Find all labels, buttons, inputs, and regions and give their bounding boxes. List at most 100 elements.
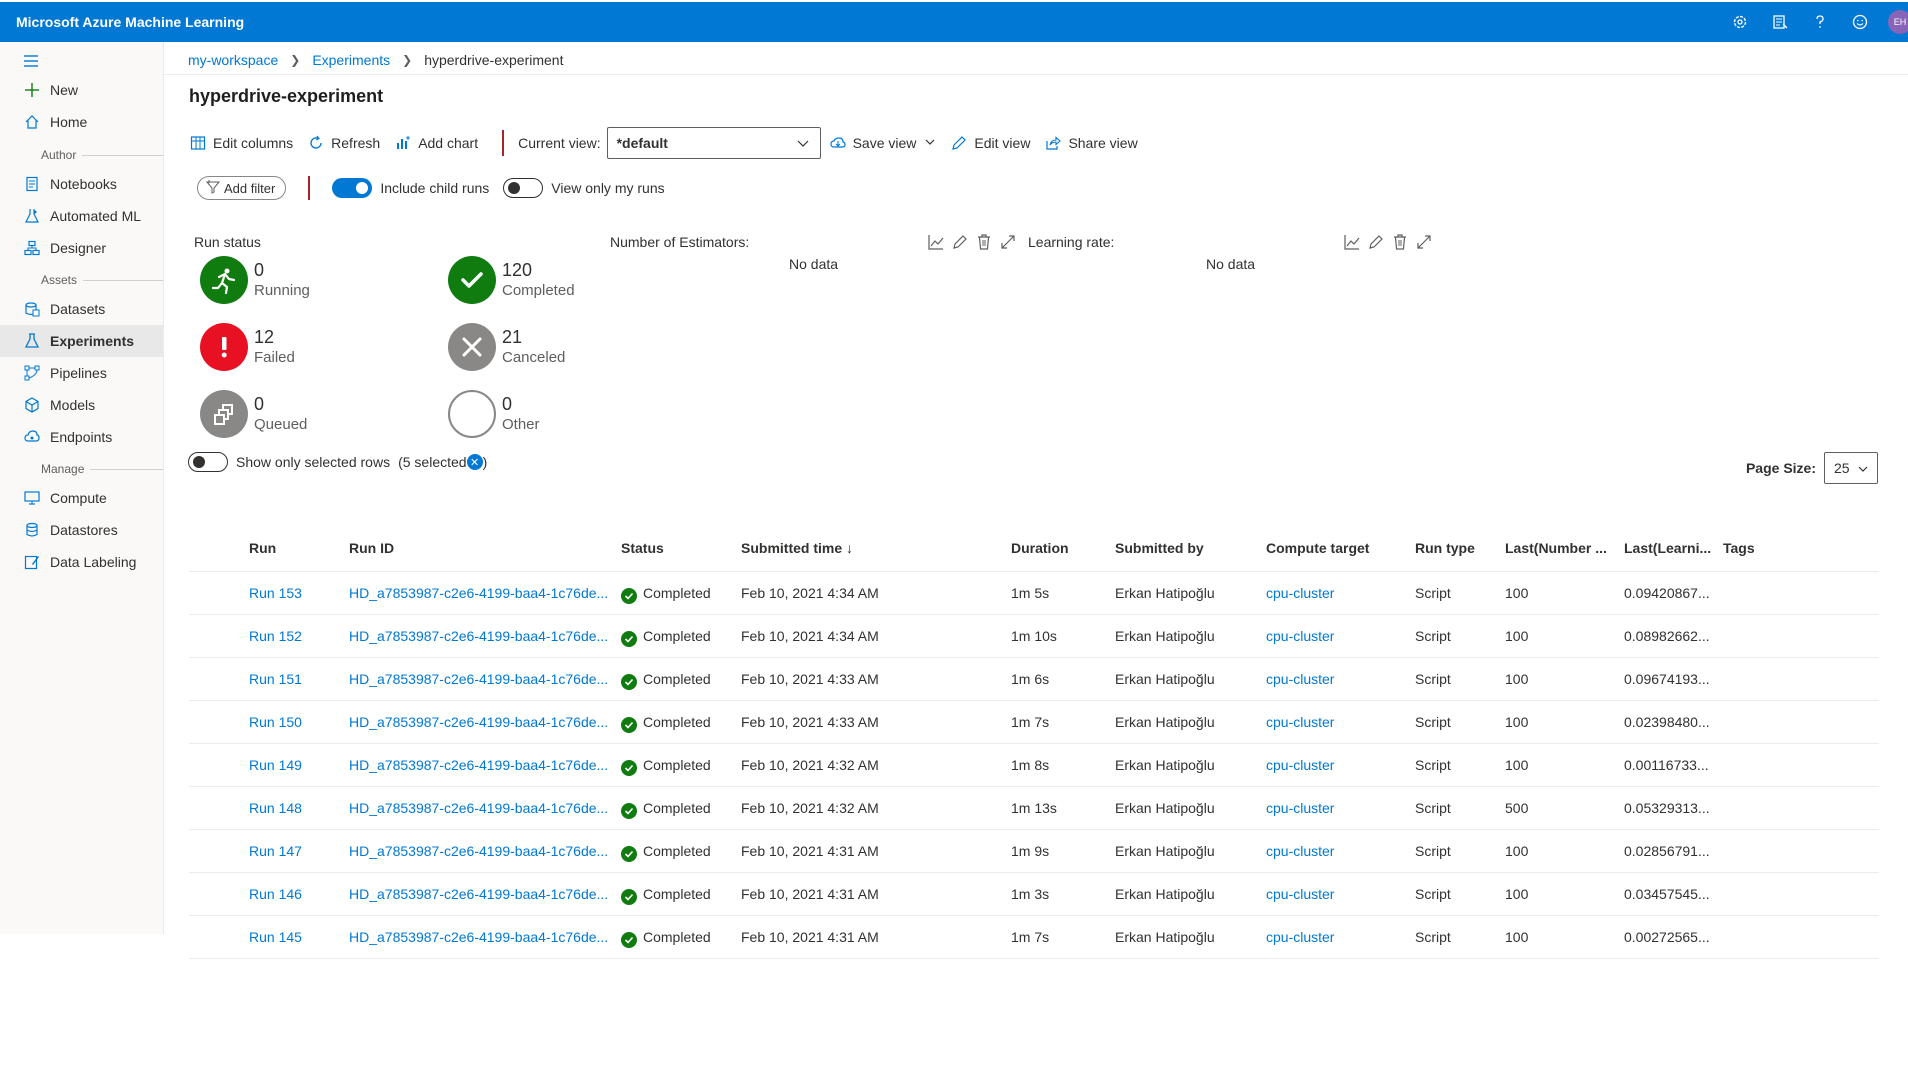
hamburger-menu-icon[interactable] (22, 52, 42, 72)
compute-target-link[interactable]: cpu-cluster (1266, 714, 1334, 730)
table-row[interactable]: Run 153 HD_a7853987-c2e6-4199-baa4-1c76de… (189, 572, 1879, 615)
status-canceled[interactable]: 21 Canceled (448, 323, 565, 371)
column-header-submitted-by[interactable]: Submitted by (1115, 540, 1204, 556)
column-header-compute-target[interactable]: Compute target (1266, 540, 1369, 556)
breadcrumb-workspace-link[interactable]: my-workspace (188, 52, 278, 68)
table-row[interactable]: Run 146 HD_a7853987-c2e6-4199-baa4-1c76de… (189, 873, 1879, 916)
column-header-duration[interactable]: Duration (1011, 540, 1069, 556)
run-link[interactable]: Run 153 (249, 585, 302, 601)
line-chart-icon[interactable] (1340, 232, 1364, 252)
table-row[interactable]: Run 148 HD_a7853987-c2e6-4199-baa4-1c76de… (189, 787, 1879, 830)
status-running[interactable]: 0 Running (200, 256, 310, 304)
edit-view-button[interactable]: Edit view (950, 134, 1030, 152)
run-id-link[interactable]: HD_a7853987-c2e6-4199-baa4-1c76de... (349, 671, 608, 687)
run-link[interactable]: Run 148 (249, 800, 302, 816)
avatar[interactable]: EH (1888, 10, 1908, 34)
sidebar-item-home[interactable]: Home (0, 106, 163, 138)
trash-icon[interactable] (1388, 232, 1412, 252)
status-other[interactable]: 0 Other (448, 390, 540, 438)
run-id-link[interactable]: HD_a7853987-c2e6-4199-baa4-1c76de... (349, 800, 608, 816)
column-header-submitted-time[interactable]: Submitted time ↓ (741, 540, 853, 556)
page-size-dropdown[interactable]: 25 (1824, 452, 1878, 484)
table-row[interactable]: Run 149 HD_a7853987-c2e6-4199-baa4-1c76de… (189, 744, 1879, 787)
run-link[interactable]: Run 146 (249, 886, 302, 902)
column-header-last-learning[interactable]: Last(Learni... (1624, 540, 1711, 556)
compute-target-link[interactable]: cpu-cluster (1266, 843, 1334, 859)
table-row[interactable]: Run 150 HD_a7853987-c2e6-4199-baa4-1c76de… (189, 701, 1879, 744)
table-row[interactable]: Run 151 HD_a7853987-c2e6-4199-baa4-1c76de… (189, 658, 1879, 701)
compute-target-link[interactable]: cpu-cluster (1266, 886, 1334, 902)
edit-columns-button[interactable]: Edit columns (189, 134, 293, 152)
sidebar-item-experiments[interactable]: Experiments (0, 325, 163, 357)
share-view-button[interactable]: Share view (1044, 134, 1138, 152)
sidebar-item-datastores[interactable]: Datastores (0, 514, 163, 546)
current-view-dropdown[interactable]: *default (606, 127, 821, 159)
add-chart-button[interactable]: Add chart (394, 134, 478, 152)
last-number-value: 100 (1505, 886, 1529, 902)
add-filter-button[interactable]: Add filter (197, 176, 287, 200)
compute-target-link[interactable]: cpu-cluster (1266, 585, 1334, 601)
compute-target-link[interactable]: cpu-cluster (1266, 671, 1334, 687)
sidebar-item-data-labeling[interactable]: Data Labeling (0, 546, 163, 578)
trash-icon[interactable] (972, 232, 996, 252)
status-failed[interactable]: 12 Failed (200, 323, 295, 371)
running-figure-icon (200, 256, 248, 304)
expand-icon[interactable] (996, 232, 1020, 252)
sidebar-item-compute[interactable]: Compute (0, 482, 163, 514)
run-link[interactable]: Run 151 (249, 671, 302, 687)
line-chart-icon[interactable] (924, 232, 948, 252)
compute-target-link[interactable]: cpu-cluster (1266, 628, 1334, 644)
help-icon[interactable] (1800, 2, 1840, 42)
run-id-link[interactable]: HD_a7853987-c2e6-4199-baa4-1c76de... (349, 929, 608, 945)
sidebar-item-pipelines[interactable]: Pipelines (0, 357, 163, 389)
status-queued[interactable]: 0 Queued (200, 390, 307, 438)
column-header-run-id[interactable]: Run ID (349, 540, 394, 556)
status-completed[interactable]: 120 Completed (448, 256, 575, 304)
pencil-icon[interactable] (1364, 232, 1388, 252)
compute-target-link[interactable]: cpu-cluster (1266, 800, 1334, 816)
column-header-tags[interactable]: Tags (1723, 540, 1755, 556)
view-only-my-runs-toggle[interactable] (503, 178, 544, 198)
gear-icon[interactable] (1720, 2, 1760, 42)
app-title[interactable]: Microsoft Azure Machine Learning (16, 14, 244, 30)
status-label: Completed (643, 628, 711, 644)
sidebar-item-models[interactable]: Models (0, 389, 163, 421)
last-number-value: 100 (1505, 714, 1529, 730)
run-id-link[interactable]: HD_a7853987-c2e6-4199-baa4-1c76de... (349, 714, 608, 730)
run-id-link[interactable]: HD_a7853987-c2e6-4199-baa4-1c76de... (349, 843, 608, 859)
clear-selection-icon[interactable]: ✕ (466, 454, 483, 470)
run-link[interactable]: Run 150 (249, 714, 302, 730)
feedback-list-icon[interactable] (1760, 2, 1800, 42)
table-row[interactable]: Run 152 HD_a7853987-c2e6-4199-baa4-1c76de… (189, 615, 1879, 658)
include-child-runs-toggle[interactable] (332, 178, 373, 198)
run-link[interactable]: Run 149 (249, 757, 302, 773)
run-id-link[interactable]: HD_a7853987-c2e6-4199-baa4-1c76de... (349, 757, 608, 773)
sidebar-item-datasets[interactable]: Datasets (0, 293, 163, 325)
column-header-run[interactable]: Run (249, 540, 276, 556)
compute-target-link[interactable]: cpu-cluster (1266, 757, 1334, 773)
column-header-status[interactable]: Status (621, 540, 664, 556)
show-only-selected-toggle[interactable] (188, 452, 228, 472)
run-id-link[interactable]: HD_a7853987-c2e6-4199-baa4-1c76de... (349, 585, 608, 601)
run-id-link[interactable]: HD_a7853987-c2e6-4199-baa4-1c76de... (349, 628, 608, 644)
table-row[interactable]: Run 145 HD_a7853987-c2e6-4199-baa4-1c76de… (189, 916, 1879, 959)
refresh-button[interactable]: Refresh (307, 134, 380, 152)
column-header-run-type[interactable]: Run type (1415, 540, 1475, 556)
breadcrumb-experiments-link[interactable]: Experiments (312, 52, 390, 68)
table-row[interactable]: Run 147 HD_a7853987-c2e6-4199-baa4-1c76de… (189, 830, 1879, 873)
expand-icon[interactable] (1412, 232, 1436, 252)
sidebar-item-notebooks[interactable]: Notebooks (0, 168, 163, 200)
run-link[interactable]: Run 152 (249, 628, 302, 644)
run-link[interactable]: Run 147 (249, 843, 302, 859)
sidebar-item-designer[interactable]: Designer (0, 232, 163, 264)
sidebar-item-automated-ml[interactable]: Automated ML (0, 200, 163, 232)
column-header-last-number[interactable]: Last(Number ... (1505, 540, 1607, 556)
run-link[interactable]: Run 145 (249, 929, 302, 945)
run-id-link[interactable]: HD_a7853987-c2e6-4199-baa4-1c76de... (349, 886, 608, 902)
pencil-icon[interactable] (948, 232, 972, 252)
sidebar-item-new[interactable]: New (0, 74, 163, 106)
save-view-button[interactable]: Save view (829, 134, 937, 152)
sidebar-item-endpoints[interactable]: Endpoints (0, 421, 163, 453)
compute-target-link[interactable]: cpu-cluster (1266, 929, 1334, 945)
smiley-icon[interactable] (1840, 2, 1880, 42)
